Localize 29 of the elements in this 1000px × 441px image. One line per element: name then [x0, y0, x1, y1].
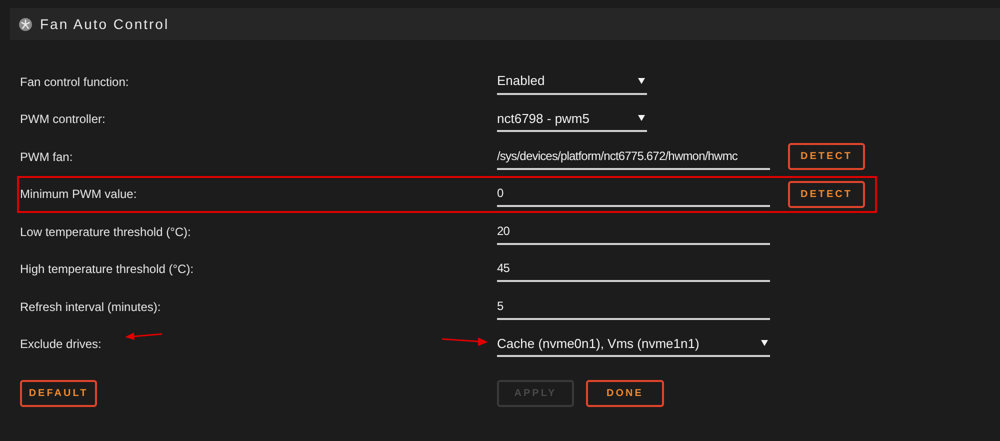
input-field[interactable]: 45 [497, 256, 770, 282]
detect-button[interactable]: DETECT [788, 180, 865, 208]
setting-label: PWM controller: [20, 111, 106, 128]
caret-icon [638, 78, 645, 84]
setting-label: High temperature threshold (°C): [20, 261, 194, 278]
caret-icon [638, 115, 645, 122]
caret-icon [761, 340, 768, 346]
setting-label: Refresh interval (minutes): [20, 298, 161, 316]
setting-label: Low temperature threshold (°C): [20, 224, 191, 241]
action-button[interactable]: DONE [586, 380, 664, 407]
dropdown-value: nct6798 - pwm5 [497, 110, 590, 128]
section-title: Fan Auto Control [40, 14, 170, 34]
input-field[interactable]: 0 [497, 181, 770, 208]
action-button[interactable]: DEFAULT [20, 380, 97, 407]
dropdown-field[interactable]: Cache (nvme0n1), Vms (nvme1n1) [497, 331, 770, 358]
setting-label: PWM fan: [20, 148, 73, 166]
input-field[interactable]: /sys/devices/platform/nct6775.672/hwmon/hwmc [497, 144, 770, 170]
detect-button[interactable]: DETECT [788, 143, 865, 170]
dropdown-field[interactable]: Enabled [497, 68, 647, 95]
dropdown-value: Cache (nvme0n1), Vms (nvme1n1) [497, 334, 700, 353]
dropdown-value: Enabled [497, 72, 545, 90]
annotation-arrow-icon [442, 336, 488, 346]
setting-label: Exclude drives: [20, 336, 102, 354]
input-field[interactable]: 20 [497, 218, 770, 245]
setting-label: Minimum PWM value: [20, 186, 137, 204]
dropdown-field[interactable]: nct6798 - pwm5 [497, 106, 647, 132]
input-field[interactable]: 5 [497, 294, 770, 320]
fan-icon [19, 18, 32, 30]
setting-label: Fan control function: [20, 74, 129, 91]
